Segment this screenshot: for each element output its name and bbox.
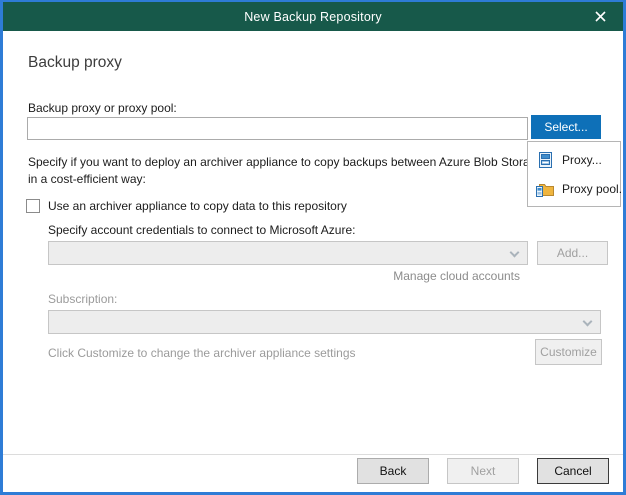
archiver-description: Specify if you want to deploy an archive… (28, 154, 569, 188)
subscription-combobox[interactable] (48, 310, 601, 334)
footer-separator (3, 454, 623, 455)
proxy-pool-label: Backup proxy or proxy pool: (28, 101, 177, 115)
menu-item-label: Proxy pool... (562, 182, 626, 196)
proxy-input[interactable] (27, 117, 528, 140)
back-button[interactable]: Back (357, 458, 429, 484)
select-button[interactable]: Select... (531, 115, 601, 139)
subscription-label: Subscription: (48, 292, 117, 306)
add-button[interactable]: Add... (537, 241, 608, 265)
menu-item-proxy[interactable]: Proxy... (528, 145, 620, 174)
chevron-down-icon (583, 317, 593, 327)
menu-item-proxy-pool[interactable]: Proxy pool... (528, 174, 620, 203)
archiver-description-line1: Specify if you want to deploy an archive… (28, 154, 569, 171)
customize-hint: Click Customize to change the archiver a… (48, 346, 356, 360)
use-archiver-checkbox[interactable] (26, 199, 40, 213)
chevron-down-icon (510, 248, 520, 258)
credentials-label: Specify account credentials to connect t… (48, 223, 356, 237)
manage-cloud-accounts-link[interactable]: Manage cloud accounts (248, 269, 520, 283)
proxy-pool-folder-icon (536, 181, 554, 197)
dialog-new-backup-repository: New Backup Repository Backup proxy Backu… (0, 0, 626, 495)
archiver-description-line2: in a cost-efficient way: (28, 171, 569, 188)
cancel-button[interactable]: Cancel (537, 458, 609, 484)
select-dropdown-menu: Proxy... Proxy pool... (527, 141, 621, 207)
use-archiver-checkbox-label: Use an archiver appliance to copy data t… (48, 199, 347, 213)
proxy-server-icon (536, 152, 554, 168)
menu-item-label: Proxy... (562, 153, 602, 167)
next-button[interactable]: Next (447, 458, 519, 484)
customize-button[interactable]: Customize (535, 339, 602, 365)
page-title: Backup proxy (28, 54, 122, 72)
credentials-combobox[interactable] (48, 241, 528, 265)
